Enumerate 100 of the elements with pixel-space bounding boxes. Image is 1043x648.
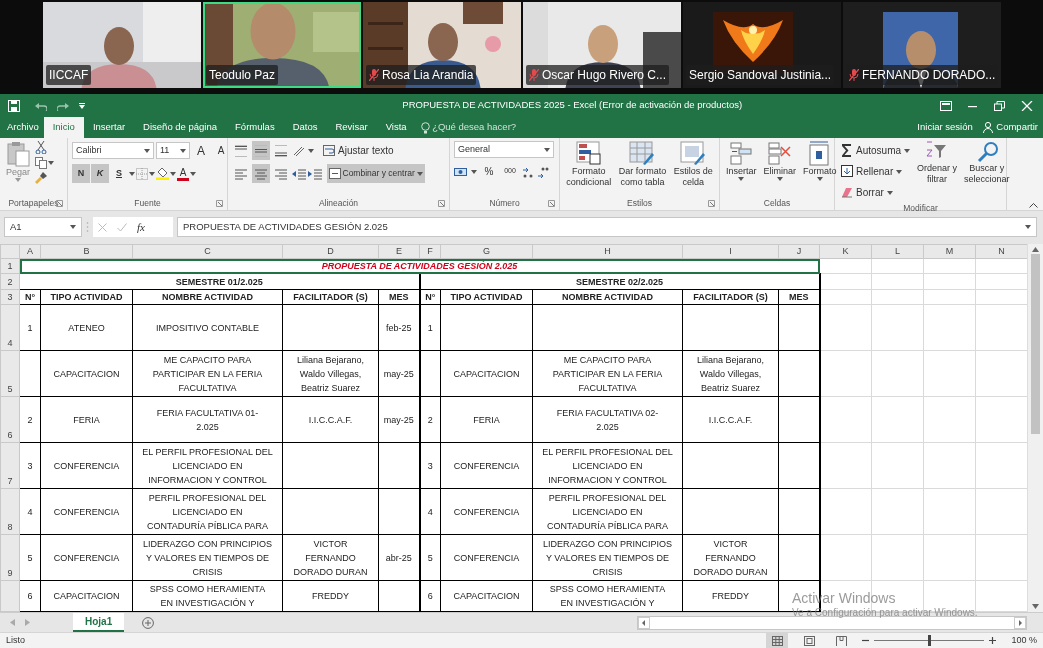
share-button[interactable]: Compartir	[982, 120, 1038, 135]
wrap-text-button[interactable]: Ajustar texto	[321, 141, 396, 160]
add-sheet-icon[interactable]	[142, 616, 155, 629]
caret-icon[interactable]	[308, 148, 314, 153]
caret-icon[interactable]	[896, 169, 903, 174]
caret-icon[interactable]	[1025, 225, 1031, 229]
font-name-field[interactable]: Calibri	[72, 142, 154, 159]
fill-color-icon[interactable]	[156, 167, 169, 180]
ribbon-tab[interactable]: Inicio	[43, 117, 84, 138]
insert-cells-button[interactable]: Insertar	[724, 141, 759, 197]
delete-cells-button[interactable]: Eliminar	[761, 141, 799, 197]
bold-button[interactable]: N	[72, 164, 90, 183]
scroll-down-icon[interactable]	[1032, 604, 1039, 609]
shrink-font-button[interactable]: A	[212, 141, 230, 160]
increase-indent-icon[interactable]	[308, 167, 322, 180]
formula-field[interactable]: PROPUESTA DE ACTIVIDADES GESIÓN 2.025	[177, 217, 1037, 237]
caret-icon[interactable]	[738, 177, 745, 181]
caret-icon[interactable]	[471, 169, 477, 174]
autosum-button[interactable]: Autosuma	[839, 141, 913, 160]
copy-icon[interactable]	[35, 157, 48, 169]
restore-icon[interactable]	[993, 100, 1006, 111]
align-middle-button[interactable]	[252, 141, 270, 160]
caret-icon[interactable]	[544, 147, 550, 152]
dialog-launcher-icon[interactable]	[548, 200, 555, 207]
fill-button[interactable]: Rellenar	[839, 162, 913, 181]
column-letter[interactable]: N	[975, 244, 1027, 259]
insert-function-button[interactable]: fx	[137, 218, 145, 236]
orientation-icon[interactable]	[292, 144, 306, 157]
caret-icon[interactable]	[190, 171, 196, 176]
format-cells-button[interactable]: Formato	[801, 141, 839, 197]
dialog-launcher-icon[interactable]	[438, 200, 445, 207]
column-letter[interactable]: D	[282, 244, 379, 259]
grow-font-button[interactable]: A	[192, 141, 210, 160]
ribbon-tab[interactable]: Fórmulas	[226, 117, 284, 138]
currency-icon[interactable]	[454, 165, 468, 178]
close-icon[interactable]	[1020, 100, 1033, 111]
dialog-launcher-icon[interactable]	[708, 200, 715, 207]
caret-icon[interactable]	[70, 225, 76, 229]
sheet-tab[interactable]: Hoja1	[73, 613, 125, 632]
column-letter[interactable]: C	[132, 244, 283, 259]
row-number[interactable]: 6	[0, 396, 20, 443]
sign-in-link[interactable]: Iniciar sesión	[917, 120, 973, 135]
column-letter[interactable]: E	[378, 244, 420, 259]
sort-filter-button[interactable]: Ordenar y filtrar	[915, 141, 960, 202]
column-letter[interactable]: J	[778, 244, 820, 259]
ribbon-display-icon[interactable]	[939, 100, 952, 111]
caret-icon[interactable]	[149, 171, 155, 176]
caret-icon[interactable]	[904, 148, 911, 153]
column-letter[interactable]: H	[532, 244, 683, 259]
row-number[interactable]: 5	[0, 350, 20, 397]
undo-icon[interactable]	[35, 100, 47, 111]
ribbon-tab[interactable]: Diseño de página	[134, 117, 227, 138]
row-number[interactable]: 7	[0, 442, 20, 489]
redo-icon[interactable]	[57, 100, 69, 111]
zoom-out-icon[interactable]	[862, 637, 870, 644]
scroll-left-icon[interactable]	[638, 616, 650, 629]
scroll-up-icon[interactable]	[1032, 247, 1039, 252]
ribbon-tab[interactable]: Insertar	[83, 117, 135, 138]
scroll-right-icon[interactable]	[1014, 616, 1026, 629]
tell-me-field[interactable]: ¿Qué desea hacer?	[420, 117, 517, 138]
percent-button[interactable]: %	[480, 162, 498, 181]
normal-view-button[interactable]	[766, 633, 789, 648]
caret-icon[interactable]	[129, 171, 135, 176]
caret-icon[interactable]	[776, 177, 783, 181]
cell-styles-button[interactable]: Estilos de celda	[671, 141, 715, 197]
number-format-field[interactable]: General	[454, 141, 554, 158]
column-letter[interactable]: K	[819, 244, 872, 259]
dialog-launcher-icon[interactable]	[56, 200, 63, 207]
row-number[interactable]: 8	[0, 488, 20, 535]
ribbon-tab[interactable]: Datos	[283, 117, 327, 138]
collapse-ribbon-icon[interactable]	[1029, 201, 1038, 208]
column-letter[interactable]: F	[419, 244, 441, 259]
caret-icon[interactable]	[886, 190, 893, 195]
merge-center-button[interactable]: Combinar y centrar	[326, 164, 425, 183]
column-letter[interactable]: A	[19, 244, 41, 259]
paintbrush-icon[interactable]	[35, 172, 48, 184]
table-format-button[interactable]: Dar formato como tabla	[616, 141, 669, 197]
font-size-field[interactable]: 11	[156, 142, 190, 159]
column-letter[interactable]: L	[871, 244, 924, 259]
decrease-decimal-icon[interactable]	[537, 165, 549, 178]
font-color-button[interactable]: A	[177, 166, 189, 181]
zoom-level[interactable]: 100 %	[1011, 633, 1037, 648]
decrease-indent-icon[interactable]	[292, 167, 306, 180]
increase-decimal-icon[interactable]	[522, 165, 534, 178]
italic-button[interactable]: K	[91, 164, 109, 183]
dialog-launcher-icon[interactable]	[216, 200, 223, 207]
caret-icon[interactable]	[816, 177, 823, 181]
row-number[interactable]: 4	[0, 304, 20, 351]
slider-thumb[interactable]	[927, 635, 931, 646]
column-letter[interactable]: M	[923, 244, 976, 259]
caret-icon[interactable]	[416, 171, 423, 176]
conditional-format-button[interactable]: Formato condicional	[564, 141, 614, 197]
ribbon-tab[interactable]: Vista	[376, 117, 416, 138]
caret-icon[interactable]	[170, 171, 176, 176]
column-letter[interactable]: G	[440, 244, 533, 259]
column-letter[interactable]: B	[40, 244, 133, 259]
clear-button[interactable]: Borrar	[839, 183, 913, 202]
customize-icon[interactable]	[79, 102, 85, 109]
find-button[interactable]: Buscar y seleccionar	[962, 141, 1012, 202]
underline-button[interactable]: S	[110, 164, 128, 183]
